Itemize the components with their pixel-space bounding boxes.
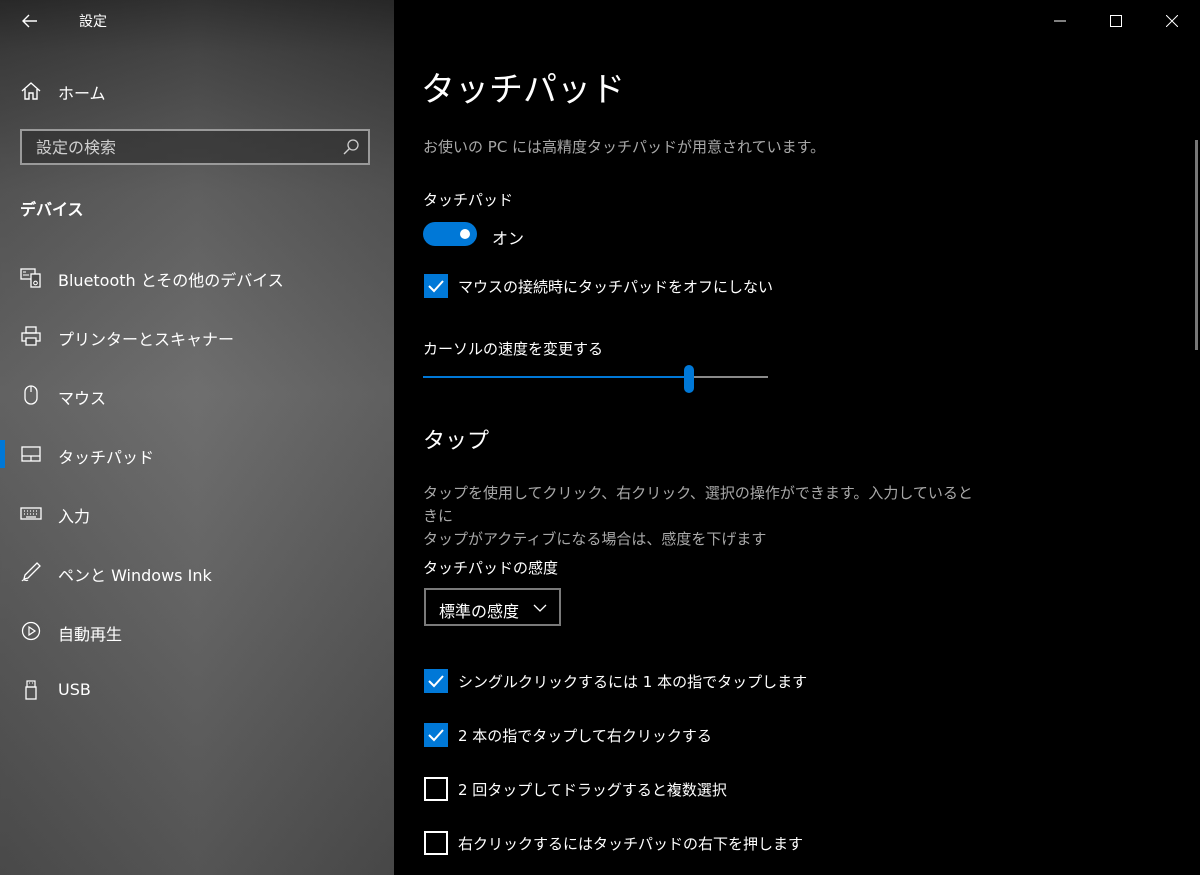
toggle-state-text: オン — [492, 229, 525, 248]
tap-description-line-1: タップを使用してクリック、右クリック、選択の操作ができます。入力しているときに — [423, 484, 973, 525]
search-icon[interactable] — [342, 138, 360, 156]
home-nav-item[interactable]: ホーム — [0, 68, 394, 112]
pen-icon — [21, 562, 41, 582]
minimize-icon — [1054, 20, 1066, 22]
app-title: 設定 — [79, 14, 107, 30]
single-tap-click-checkbox[interactable] — [424, 669, 448, 693]
sidebar-item-typing[interactable]: 入力 — [0, 484, 394, 543]
touchpad-toggle[interactable] — [423, 222, 477, 246]
home-icon — [21, 82, 41, 100]
back-button[interactable] — [13, 5, 47, 37]
checkmark-icon — [428, 675, 444, 688]
tap-section-title: タップ — [423, 429, 490, 454]
close-button[interactable] — [1144, 0, 1200, 42]
settings-window: 設定 ホーム デバイス Bluet — [0, 0, 1200, 875]
single-tap-click-label: シングルクリックするには 1 本の指でタップします — [458, 673, 808, 691]
sidebar: 設定 ホーム デバイス Bluet — [0, 0, 394, 875]
toggle-knob — [460, 229, 470, 239]
active-indicator — [0, 440, 5, 468]
cursor-speed-slider[interactable] — [423, 365, 768, 393]
autoplay-icon — [21, 621, 41, 641]
touchpad-icon — [21, 446, 41, 462]
usb-icon — [25, 680, 37, 700]
touchpad-toggle-label: タッチパッド — [423, 191, 514, 209]
sensitivity-label: タッチパッドの感度 — [423, 559, 559, 577]
sidebar-item-label: マウス — [58, 389, 107, 408]
sidebar-item-autoplay[interactable]: 自動再生 — [0, 602, 394, 661]
sidebar-item-pen[interactable]: ペンと Windows Ink — [0, 543, 394, 602]
checkmark-icon — [428, 729, 444, 742]
cursor-speed-label: カーソルの速度を変更する — [423, 340, 604, 358]
sensitivity-value: 標準の感度 — [439, 602, 520, 621]
slider-fill — [423, 376, 689, 378]
page-subtitle: お使いの PC には高精度タッチパッドが用意されています。 — [423, 138, 826, 156]
close-icon — [1166, 15, 1178, 27]
mouse-icon — [24, 385, 38, 405]
sensitivity-dropdown[interactable]: 標準の感度 — [424, 588, 561, 626]
search-box[interactable] — [20, 129, 370, 165]
sidebar-nav: Bluetooth とその他のデバイス プリンターとスキャナー マウス タッチパ… — [0, 248, 394, 720]
press-lower-right-checkbox[interactable] — [424, 831, 448, 855]
chevron-down-icon — [533, 604, 547, 612]
two-finger-right-click-label: 2 本の指でタップして右クリックする — [458, 727, 712, 745]
double-tap-drag-label: 2 回タップしてドラッグすると複数選択 — [458, 781, 727, 799]
sidebar-item-label: Bluetooth とその他のデバイス — [58, 271, 284, 290]
maximize-icon — [1110, 15, 1122, 27]
keep-on-with-mouse-label: マウスの接続時にタッチパッドをオフにしない — [458, 278, 774, 296]
sidebar-section-header: デバイス — [20, 200, 84, 219]
keyboard-icon — [20, 507, 42, 520]
sidebar-item-mouse[interactable]: マウス — [0, 366, 394, 425]
page-title: タッチパッド — [421, 70, 625, 110]
window-controls — [1032, 0, 1200, 42]
double-tap-drag-checkbox[interactable] — [424, 777, 448, 801]
keep-on-with-mouse-checkbox[interactable] — [424, 274, 448, 298]
sidebar-item-touchpad[interactable]: タッチパッド — [0, 425, 394, 484]
sidebar-item-label: USB — [58, 680, 91, 699]
two-finger-right-click-checkbox[interactable] — [424, 723, 448, 747]
sidebar-item-usb[interactable]: USB — [0, 661, 394, 720]
back-arrow-icon — [22, 14, 37, 28]
sidebar-item-label: プリンターとスキャナー — [58, 330, 235, 349]
minimize-button[interactable] — [1032, 0, 1088, 42]
slider-thumb[interactable] — [684, 365, 694, 393]
sidebar-item-label: ペンと Windows Ink — [58, 566, 212, 585]
search-input[interactable] — [22, 131, 346, 163]
tap-description: タップを使用してクリック、右クリック、選択の操作ができます。入力しているときに … — [423, 482, 983, 551]
title-bar: 設定 — [0, 0, 394, 42]
sidebar-item-label: タッチパッド — [58, 448, 155, 467]
scrollbar[interactable] — [1195, 140, 1198, 350]
sidebar-item-printers[interactable]: プリンターとスキャナー — [0, 307, 394, 366]
main-content: タッチパッド お使いの PC には高精度タッチパッドが用意されています。 タッチ… — [394, 0, 1200, 875]
sidebar-item-label: 入力 — [58, 507, 91, 526]
sidebar-item-bluetooth[interactable]: Bluetooth とその他のデバイス — [0, 248, 394, 307]
tap-description-line-2: タップがアクティブになる場合は、感度を下げます — [423, 530, 767, 548]
maximize-button[interactable] — [1088, 0, 1144, 42]
home-label: ホーム — [58, 84, 106, 103]
bluetooth-devices-icon — [20, 268, 41, 288]
checkmark-icon — [428, 280, 444, 293]
press-lower-right-label: 右クリックするにはタッチパッドの右下を押します — [458, 835, 804, 853]
printer-icon — [21, 326, 41, 346]
sidebar-item-label: 自動再生 — [58, 625, 123, 644]
